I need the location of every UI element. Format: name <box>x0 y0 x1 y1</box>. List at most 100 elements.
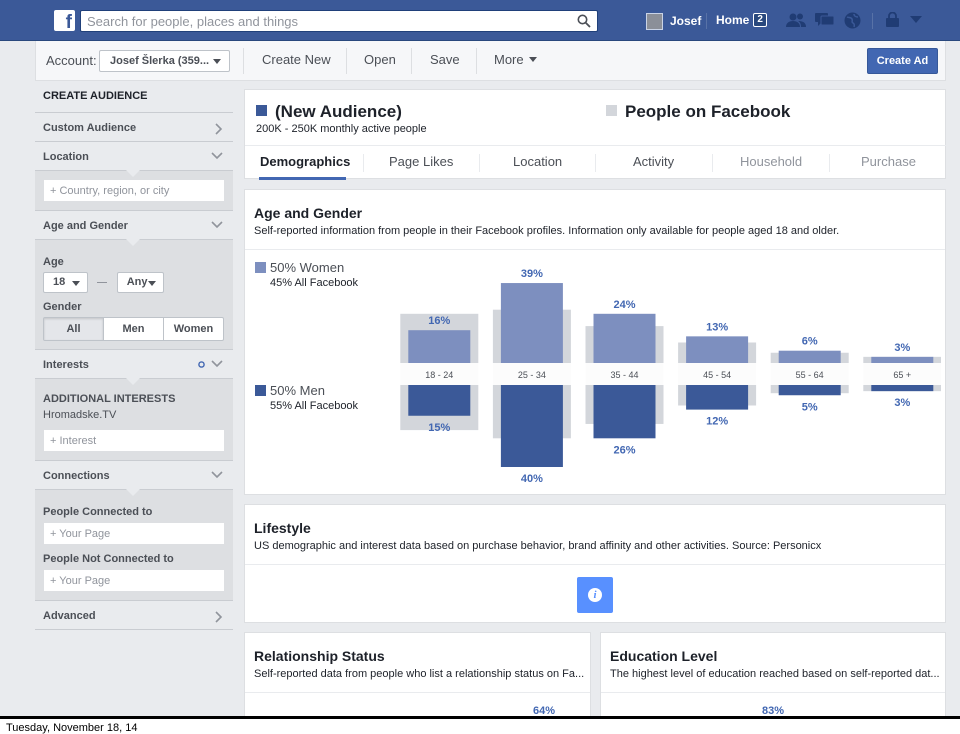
sidebar-item-location[interactable]: Location <box>35 142 233 171</box>
notifications-globe-icon[interactable] <box>844 12 861 29</box>
account-select[interactable]: Josef Šlerka (359... <box>99 50 230 72</box>
location-input[interactable]: + Country, region, or city <box>43 179 225 202</box>
search-box[interactable] <box>80 10 598 32</box>
facebook-logo-icon[interactable]: f <box>54 10 75 32</box>
slide-footer: Tuesday, November 18, 14 <box>0 716 960 734</box>
age-min-select[interactable]: 18 <box>43 272 88 293</box>
tab-page-likes[interactable]: Page Likes <box>389 154 453 169</box>
new-audience-title: (New Audience) <box>256 102 402 122</box>
sidebar-item-interests[interactable]: Interests <box>35 350 233 379</box>
interest-placeholder: Interest <box>59 435 97 447</box>
account-label: Account: <box>46 53 97 68</box>
chevron-down-icon <box>147 281 156 286</box>
age-tick-label: 35 - 44 <box>610 370 638 380</box>
lifestyle-card: Lifestyle US demographic and interest da… <box>244 504 946 623</box>
page-placeholder: Your Page <box>59 528 111 540</box>
panel-notch <box>126 378 140 385</box>
topbar-divider <box>872 13 873 29</box>
gender-men-button[interactable]: Men <box>103 318 163 340</box>
age-min-value: 18 <box>53 276 66 288</box>
panel-notch <box>126 489 140 496</box>
tab-household[interactable]: Household <box>740 154 802 169</box>
gender-women-button[interactable]: Women <box>163 318 223 340</box>
account-menu-chevron-down-icon[interactable] <box>910 16 922 24</box>
page-placeholder: Your Page <box>59 575 111 587</box>
location-panel: + Country, region, or city <box>35 170 233 211</box>
sidebar-item-advanced[interactable]: Advanced <box>35 601 233 630</box>
education-title: Education Level <box>610 648 718 664</box>
gender-segmented-control: All Men Women <box>43 317 224 341</box>
tab-divider <box>829 154 830 172</box>
age-tick-label: 18 - 24 <box>425 370 453 380</box>
chevron-down-icon <box>213 59 221 64</box>
women-bar <box>500 283 563 363</box>
tab-divider <box>363 154 364 172</box>
audience-header-card: (New Audience) 200K - 250K monthly activ… <box>244 89 946 180</box>
profile-name: Josef <box>670 14 702 28</box>
women-data-label: 6% <box>802 336 818 348</box>
gender-all-button[interactable]: All <box>44 318 103 340</box>
interest-input[interactable]: + Interest <box>43 429 225 452</box>
new-audience-subtitle: 200K - 250K monthly active people <box>256 123 427 135</box>
privacy-shortcuts-icon[interactable] <box>885 12 901 28</box>
men-bar <box>871 385 934 392</box>
home-link[interactable]: Home 2 <box>716 13 767 27</box>
toolbar-divider <box>411 48 412 74</box>
sidebar-item-label: Advanced <box>43 610 96 622</box>
messages-icon[interactable] <box>815 12 835 28</box>
men-bar <box>593 385 656 439</box>
age-range-dash <box>97 282 108 283</box>
tab-demographics[interactable]: Demographics <box>260 154 350 169</box>
age-max-select[interactable]: Any <box>116 272 164 293</box>
men-data-label: 12% <box>706 416 728 428</box>
people-connected-input[interactable]: + Your Page <box>43 522 225 545</box>
compare-audience-label: People on Facebook <box>625 102 791 121</box>
insights-tabs: Demographics Page Likes Location Activit… <box>245 145 946 180</box>
tab-purchase[interactable]: Purchase <box>861 154 916 169</box>
men-legend-swatch <box>255 385 266 396</box>
men-legend-label: 50% Men <box>270 383 325 398</box>
relationship-status-card: Relationship Status Self-reported data f… <box>244 632 591 716</box>
sidebar-item-label: Custom Audience <box>43 122 137 134</box>
more-button[interactable]: More <box>494 52 537 67</box>
profile-link[interactable]: Josef <box>646 12 701 30</box>
search-icon[interactable] <box>577 14 591 28</box>
tab-divider <box>479 154 480 172</box>
age-tick-label: 45 - 54 <box>703 370 731 380</box>
interests-panel: ADDITIONAL INTERESTS Hromadske.TV + Inte… <box>35 378 233 461</box>
men-bar <box>778 385 841 396</box>
chevron-right-icon <box>215 123 223 135</box>
screenshot-area: f Josef Home 2 Account: Josef Šlerka (35… <box>0 0 960 716</box>
sidebar-item-custom-audience[interactable]: Custom Audience <box>35 113 233 142</box>
sidebar-item-label: Age and Gender <box>43 220 128 232</box>
create-new-button[interactable]: Create New <box>262 52 331 67</box>
friend-requests-icon[interactable] <box>786 12 806 28</box>
save-button[interactable]: Save <box>430 52 460 67</box>
men-bar <box>500 385 563 467</box>
search-input[interactable] <box>81 11 561 31</box>
open-button[interactable]: Open <box>364 52 396 67</box>
interest-value: Hromadske.TV <box>43 409 117 421</box>
women-data-label: 39% <box>521 268 543 280</box>
chevron-right-icon <box>215 611 223 623</box>
lifestyle-subtitle: US demographic and interest data based o… <box>254 540 822 552</box>
create-ad-button[interactable]: Create Ad <box>867 48 938 74</box>
audience-insights-toolbar: Account: Josef Šlerka (359... Create New… <box>35 41 946 81</box>
men-data-label: 15% <box>428 422 450 434</box>
men-data-label: 26% <box>613 444 635 456</box>
tab-location[interactable]: Location <box>513 154 562 169</box>
top-navigation-bar: f Josef Home 2 <box>0 0 960 41</box>
people-not-connected-label: People Not Connected to <box>43 553 174 565</box>
tab-activity[interactable]: Activity <box>633 154 674 169</box>
panel-notch <box>126 239 140 246</box>
sidebar-item-connections[interactable]: Connections <box>35 461 233 490</box>
info-button[interactable]: i <box>577 577 613 613</box>
relationship-peak-label: 64% <box>533 705 556 716</box>
sidebar-item-age-gender[interactable]: Age and Gender <box>35 211 233 240</box>
age-gender-panel: Age 18 Any Gender All Men Women <box>35 239 233 350</box>
home-label: Home <box>716 13 750 27</box>
age-gender-subtitle: Self-reported information from people in… <box>254 225 840 237</box>
chevron-down-icon <box>211 471 223 479</box>
people-not-connected-input[interactable]: + Your Page <box>43 569 225 592</box>
sidebar-item-label: Connections <box>43 470 110 482</box>
